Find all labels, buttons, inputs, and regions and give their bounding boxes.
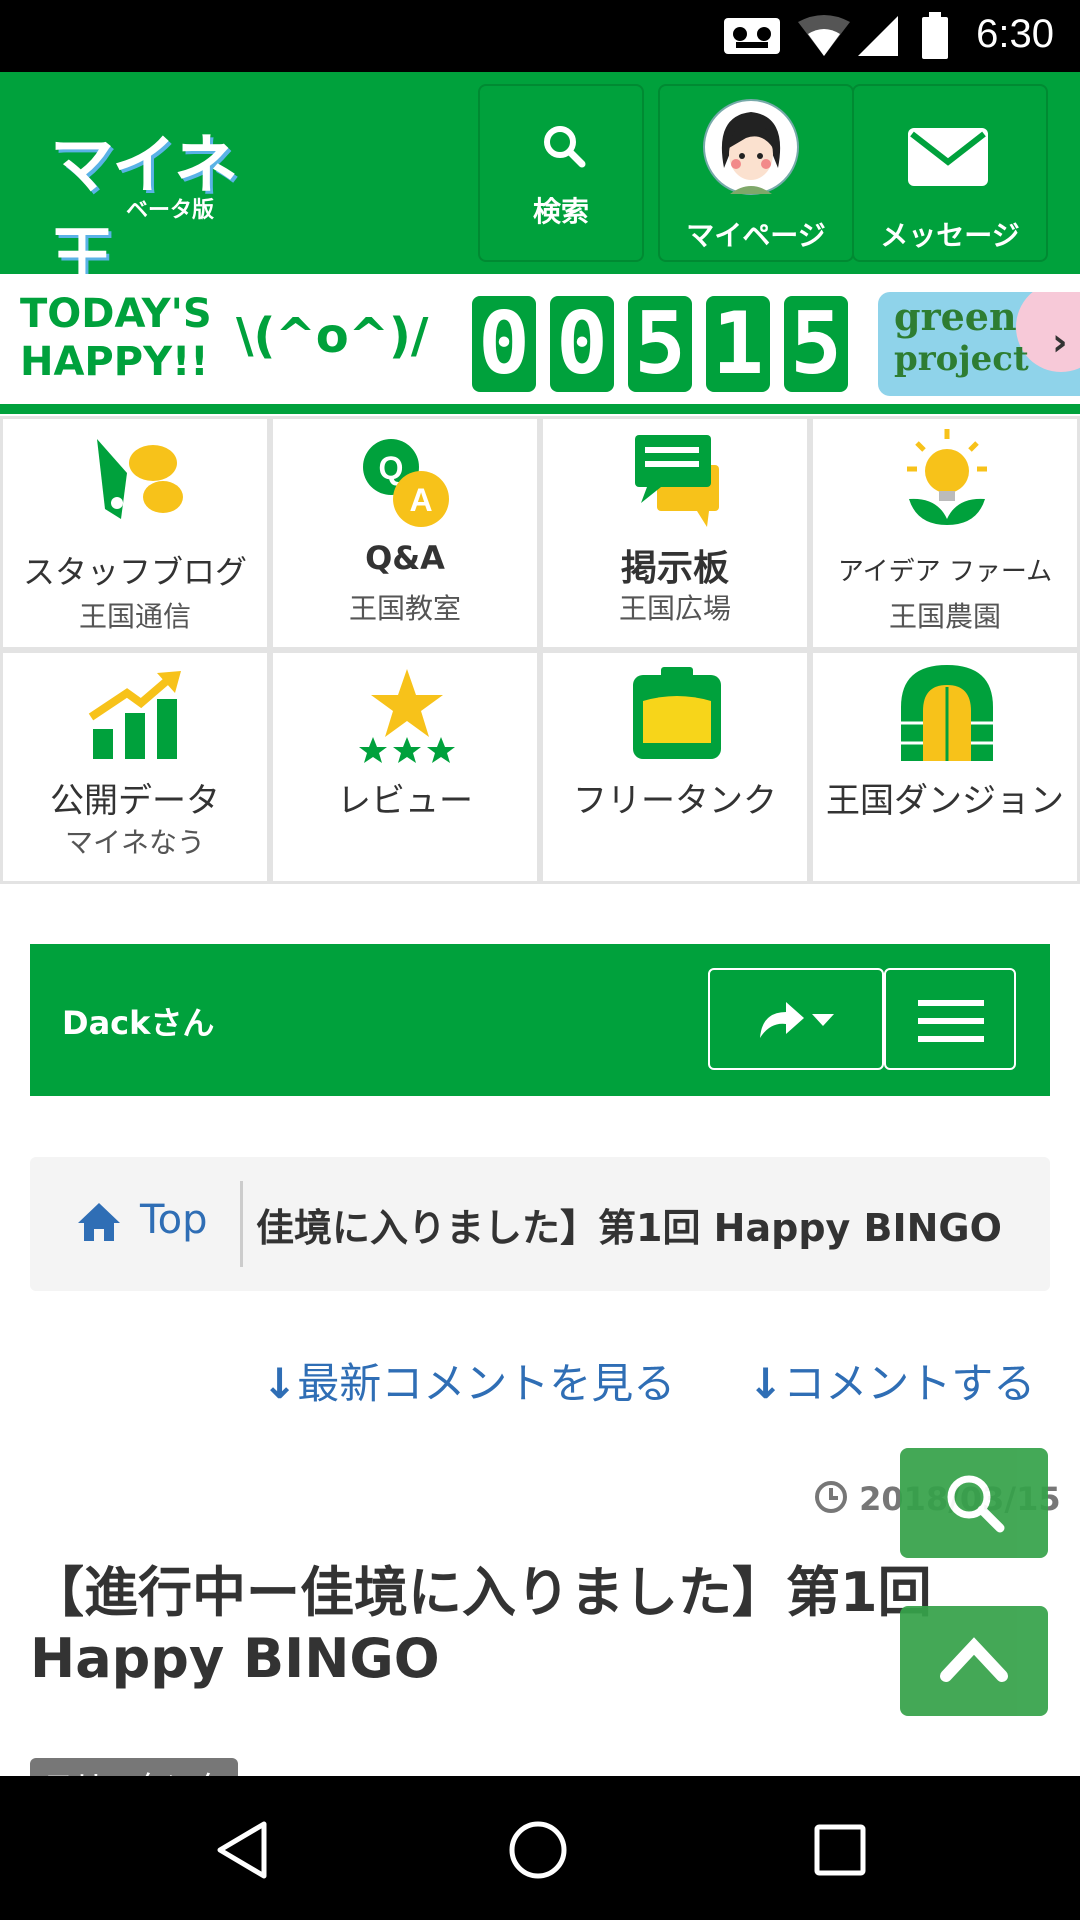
chevron-up-icon — [940, 1637, 1008, 1682]
voicemail-icon — [724, 18, 780, 54]
share-icon — [760, 1002, 834, 1038]
share-dropdown-button[interactable] — [708, 968, 884, 1070]
battery-icon — [922, 12, 948, 59]
counter-digit: 5 — [784, 296, 848, 392]
menu-subtitle: 王国通信 — [78, 600, 191, 633]
menu-idea-farm[interactable]: アイデア ファーム 王国農園 — [810, 416, 1080, 650]
dungeon-door-icon — [901, 665, 993, 761]
menu-subtitle: 王国農園 — [888, 600, 1001, 633]
site-header: マイネ王 ベータ版 検索 マイページ メッセージ — [0, 72, 1080, 295]
back-icon[interactable] — [214, 1820, 270, 1880]
mypage-label: マイページ — [686, 219, 826, 252]
menu-title: レビュー — [337, 781, 473, 821]
caret-down-icon — [812, 1014, 834, 1026]
stars-icon — [359, 669, 455, 763]
svg-text:A: A — [409, 482, 432, 518]
breadcrumb-divider — [240, 1181, 243, 1267]
wifi-icon — [798, 15, 850, 56]
latest-comments-label: 最新コメントを見る — [297, 1359, 676, 1408]
menu-title: 掲示板 — [620, 548, 729, 589]
home-icon — [78, 1203, 120, 1241]
site-logo[interactable]: マイネ王 ベータ版 — [50, 114, 290, 295]
hamburger-icon — [918, 1000, 984, 1042]
svg-text:Q: Q — [379, 450, 404, 486]
floating-search-button[interactable] — [900, 1448, 1048, 1558]
comment-label: コメントする — [783, 1359, 1036, 1408]
menu-bulletin-board[interactable]: 掲示板 王国広場 — [540, 416, 810, 650]
search-icon — [947, 1475, 1005, 1533]
user-bar: Dackさん — [30, 944, 1050, 1096]
chevron-right-icon: › — [1052, 320, 1068, 364]
todays-happy-banner[interactable]: TODAY'S HAPPY!! \(^o^)/ 0 0 5 1 5 green … — [0, 274, 1080, 406]
todays-happy-line1: TODAY'S — [20, 291, 212, 337]
menu-qa[interactable]: Q A Q&A 王国教室 — [270, 416, 540, 650]
menu-public-data[interactable]: 公開データ マイネなう — [0, 650, 270, 884]
breadcrumb-home-label: Top — [140, 1197, 208, 1243]
home-nav-icon[interactable] — [508, 1820, 568, 1880]
mypage-button[interactable]: マイページ — [658, 84, 854, 262]
todays-happy-text: TODAY'S HAPPY!! — [20, 290, 212, 386]
menu-free-tank[interactable]: フリータンク — [540, 650, 810, 884]
counter-digit: 5 — [628, 296, 692, 392]
search-label: 検索 — [532, 195, 589, 228]
cell-signal-icon — [858, 16, 898, 56]
message-label: メッセージ — [880, 219, 1020, 252]
menu-grid: スタッフブログ 王国通信 Q A Q&A 王国教室 掲示板 王国広場 アイデア … — [0, 416, 1080, 884]
logo-beta-label: ベータ版 — [126, 198, 215, 223]
android-nav-bar — [0, 1776, 1080, 1920]
envelope-icon — [908, 128, 988, 186]
menu-staff-blog[interactable]: スタッフブログ 王国通信 — [0, 416, 270, 650]
post-title-line1: 【進行中ー佳境に入りました】第1回 — [30, 1561, 932, 1624]
green-project-text: green project — [894, 296, 1029, 380]
menu-dungeon[interactable]: 王国ダンジョン — [810, 650, 1080, 884]
menu-title: フリータンク — [573, 781, 777, 821]
menu-review[interactable]: レビュー — [270, 650, 540, 884]
bulletin-board-icon — [635, 435, 719, 527]
breadcrumb: Top 佳境に入りました】第1回 Happy BINGO — [30, 1157, 1050, 1291]
menu-title: スタッフブログ — [22, 553, 247, 591]
idea-bulb-icon — [907, 429, 987, 525]
green-project-link[interactable]: green project › — [878, 292, 1080, 396]
counter-digit: 0 — [472, 296, 536, 392]
green-project-line2: project — [894, 339, 1029, 379]
tank-icon — [633, 667, 721, 759]
counter-digit: 0 — [550, 296, 614, 392]
banner-divider — [0, 404, 1080, 414]
post-title: 【進行中ー佳境に入りました】第1回 Happy BINGO — [30, 1560, 1050, 1692]
menu-title: 王国ダンジョン — [826, 781, 1064, 821]
status-time: 6:30 — [976, 12, 1054, 56]
staff-blog-icon — [97, 439, 183, 519]
comment-link[interactable]: ↓コメントする — [748, 1350, 1035, 1411]
happy-face-text: \(^o^)/ — [236, 308, 429, 364]
search-button[interactable]: 検索 — [478, 84, 644, 262]
latest-comments-link[interactable]: ↓最新コメントを見る — [262, 1350, 675, 1411]
menu-subtitle: マイネなう — [64, 826, 205, 859]
green-project-line1: green — [894, 294, 1017, 339]
username: Dackさん — [62, 1004, 215, 1042]
qa-icon: Q A — [363, 439, 449, 527]
menu-title: Q&A — [365, 539, 445, 577]
search-icon — [544, 126, 586, 168]
counter-digit: 1 — [706, 296, 770, 392]
scroll-to-top-button[interactable] — [900, 1606, 1048, 1716]
clock-icon — [815, 1481, 847, 1513]
menu-title: アイデア ファーム — [837, 557, 1053, 587]
message-button[interactable]: メッセージ — [852, 84, 1048, 262]
avatar — [703, 99, 799, 195]
chart-up-icon — [88, 671, 181, 759]
menu-subtitle: 王国広場 — [618, 592, 731, 625]
post-title-line2: Happy BINGO — [30, 1627, 440, 1690]
menu-subtitle: 王国教室 — [348, 592, 461, 625]
breadcrumb-current: 佳境に入りました】第1回 Happy BINGO — [256, 1206, 1002, 1250]
hamburger-menu-button[interactable] — [884, 968, 1016, 1070]
todays-happy-line2: HAPPY!! — [20, 339, 209, 385]
recents-icon[interactable] — [814, 1824, 866, 1876]
menu-title: 公開データ — [50, 781, 220, 821]
arrow-down-icon: ↓ — [748, 1359, 784, 1408]
status-bar: 6:30 — [0, 0, 1080, 72]
arrow-down-icon: ↓ — [262, 1359, 298, 1408]
